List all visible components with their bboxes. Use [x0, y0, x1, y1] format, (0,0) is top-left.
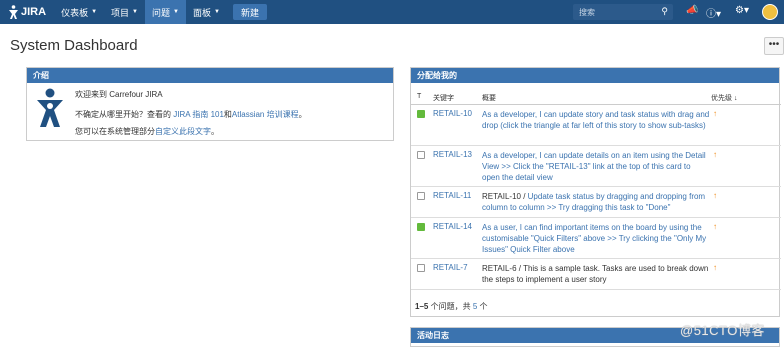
intro-welcome: 欢迎来到 Carrefour JIRA — [75, 90, 163, 99]
assigned-gadget-title: 分配给我的 — [411, 68, 779, 83]
issue-summary-link[interactable]: As a developer, I can update story and t… — [482, 109, 710, 131]
nav-dashboards-label: 仪表板 — [61, 7, 89, 18]
parent-issue-link[interactable]: RETAIL-6 / — [482, 264, 521, 273]
table-row: RETAIL-13 As a developer, I can update d… — [411, 147, 781, 187]
priority-header-label: 优先级 — [711, 95, 732, 102]
nav-dashboards[interactable]: 仪表板 ▼ — [54, 0, 104, 24]
logo-text: JIRA — [21, 6, 47, 18]
gear-icon[interactable]: ⚙▾ — [735, 5, 749, 16]
task-icon — [417, 151, 425, 159]
intro-period: 。 — [298, 110, 307, 119]
nav-boards[interactable]: 面板 ▼ — [186, 0, 227, 24]
story-icon — [417, 223, 425, 231]
jira-logo-icon — [9, 5, 18, 19]
nav-projects[interactable]: 项目 ▼ — [104, 0, 145, 24]
intro-and-text: 和 — [223, 110, 232, 119]
intro-help-text: 不确定从哪里开始？查看的 — [75, 110, 174, 119]
task-icon — [417, 264, 425, 272]
user-avatar[interactable] — [762, 4, 778, 20]
intro-period: 。 — [211, 127, 219, 136]
assigned-to-me-gadget: 分配给我的 T 关键字 概要 优先级 ↓ RETAIL-10 As a deve… — [410, 67, 781, 317]
column-header-summary[interactable]: 概要 — [482, 93, 496, 103]
megaphone-icon[interactable]: 📣 — [686, 5, 698, 16]
dashboard-tools-button[interactable]: ••• — [764, 37, 784, 55]
issue-summary: RETAIL-6 / This is a sample task. Tasks … — [482, 263, 710, 285]
column-header-type[interactable]: T — [417, 93, 421, 100]
priority-major-icon: ↑ — [713, 222, 717, 231]
intro-gadget-title: 介绍 — [27, 68, 393, 83]
issue-key-link[interactable]: RETAIL-14 — [433, 222, 472, 231]
issue-key-link[interactable]: RETAIL-11 — [433, 191, 471, 200]
intro-admin-line: 您可以在系统管理部分自定义此段文字。 — [75, 126, 219, 137]
task-icon — [417, 192, 425, 200]
atlassian-training-link[interactable]: Atlassian 培训课程 — [232, 110, 299, 119]
table-row: RETAIL-11 RETAIL-10 / Update task status… — [411, 188, 781, 218]
intro-help-line: 不确定从哪里开始？查看的 JIRA 指南 101和Atlassian 培训课程。 — [75, 109, 307, 120]
nav-issues-label: 问题 — [152, 7, 171, 18]
table-row: RETAIL-10 As a developer, I can update s… — [411, 106, 781, 146]
priority-major-icon: ↑ — [713, 191, 717, 200]
issue-summary: RETAIL-10 / Update task status by draggi… — [482, 191, 710, 213]
help-icon[interactable]: ⓘ▾ — [706, 5, 721, 20]
issue-count-range: 1–5 — [415, 302, 429, 311]
issue-count-mid: 个问题，共 — [428, 302, 473, 311]
priority-major-icon: ↑ — [713, 109, 717, 118]
customize-text-link[interactable]: 自定义此段文字 — [155, 127, 211, 136]
jira-logo[interactable]: JIRA — [8, 5, 46, 19]
intro-admin-text: 您可以在系统管理部分 — [75, 127, 155, 136]
issue-summary-link[interactable]: As a user, I can find important items on… — [482, 222, 710, 255]
priority-major-icon: ↑ — [713, 263, 717, 272]
sort-descending-icon: ↓ — [733, 95, 738, 102]
column-header-key[interactable]: 关键字 — [433, 93, 454, 103]
priority-major-icon: ↑ — [713, 150, 717, 159]
nav-boards-label: 面板 — [192, 7, 211, 18]
story-icon — [417, 110, 425, 118]
issue-count-suffix: 个 — [477, 302, 488, 311]
chevron-down-icon: ▼ — [91, 9, 98, 15]
table-header-divider — [411, 104, 781, 105]
watermark: @51CTO博客 — [680, 323, 765, 338]
page-title: System Dashboard — [10, 37, 138, 54]
chevron-down-icon: ▼ — [213, 9, 220, 15]
table-row: RETAIL-14 As a user, I can find importan… — [411, 219, 781, 259]
search-input[interactable]: 搜索 ⚲ — [573, 4, 673, 20]
issue-key-link[interactable]: RETAIL-10 — [433, 109, 472, 118]
search-placeholder: 搜索 — [579, 7, 595, 17]
issue-summary-link[interactable]: As a developer, I can update details on … — [482, 150, 710, 183]
jira-guide-link[interactable]: JIRA 指南 101 — [173, 110, 224, 119]
search-icon: ⚲ — [661, 6, 668, 16]
intro-gadget: 介绍 欢迎来到 Carrefour JIRA 不确定从哪里开始？查看的 JIRA… — [26, 67, 394, 141]
nav-projects-label: 项目 — [111, 7, 130, 18]
jira-mascot-icon — [37, 88, 63, 127]
column-header-priority[interactable]: 优先级 ↓ — [711, 93, 737, 103]
chevron-down-icon: ▼ — [132, 9, 138, 15]
issue-key-link[interactable]: RETAIL-13 — [433, 150, 472, 159]
chevron-down-icon: ▼ — [173, 9, 179, 15]
nav-issues[interactable]: 问题 ▼ — [145, 0, 186, 24]
issue-count: 1–5 个问题，共 5 个 — [415, 301, 488, 312]
issue-key-link[interactable]: RETAIL-7 — [433, 263, 468, 272]
create-button[interactable]: 新建 — [232, 4, 267, 20]
parent-issue-link[interactable]: RETAIL-10 / — [482, 192, 525, 201]
table-row: RETAIL-7 RETAIL-6 / This is a sample tas… — [411, 260, 781, 290]
